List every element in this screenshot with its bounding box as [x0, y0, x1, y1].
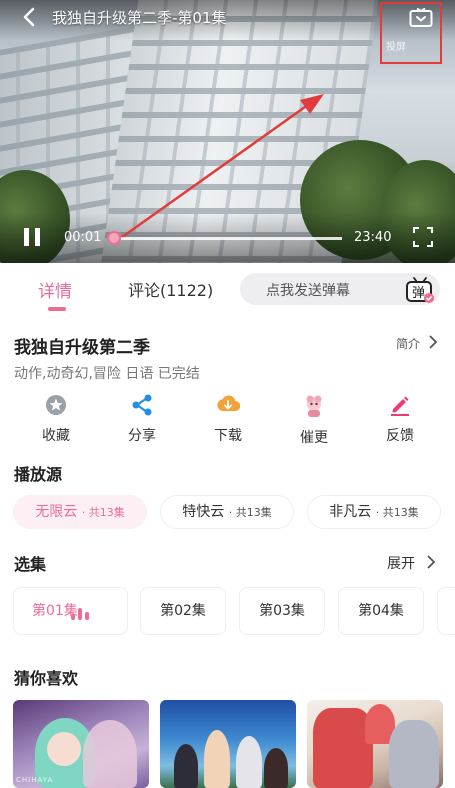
source-name: 无限云: [35, 504, 78, 520]
episode-item-2[interactable]: 第02集: [140, 587, 226, 635]
share-button[interactable]: 分享: [112, 393, 172, 445]
urge-icon: [306, 395, 322, 417]
source-chip-1[interactable]: 无限云 · 共13集: [13, 495, 147, 529]
source-count: · 共13集: [228, 506, 272, 519]
pencil-icon: [391, 396, 409, 416]
detail-panel: 我独自升级第二季 简介 动作,动奇幻,冒险 日语 已完结 收藏 分享 下载 催更…: [0, 315, 455, 788]
fullscreen-icon[interactable]: [413, 227, 433, 247]
source-chip-3[interactable]: 非凡云 · 共13集: [307, 495, 441, 529]
recommend-cover-1[interactable]: CHIHAYA: [13, 700, 149, 788]
anime-title: 我独自升级第二季: [14, 338, 150, 358]
danmaku-placeholder: 点我发送弹幕: [266, 283, 350, 299]
source-name: 特快云: [182, 504, 225, 520]
video-player[interactable]: 我独自升级第二季-第01集 投屏 00:01 23:40: [0, 0, 455, 263]
feedback-button[interactable]: 反馈: [370, 393, 430, 445]
favorite-button[interactable]: 收藏: [26, 393, 86, 445]
pause-icon[interactable]: [24, 228, 42, 248]
episode-label: 第02集: [160, 603, 206, 619]
cover-caption: CHIHAYA: [16, 776, 54, 784]
anime-tags: 动作,动奇幻,冒险 日语 已完结: [14, 366, 200, 382]
action-row: 收藏 分享 下载 催更 反馈: [0, 393, 455, 453]
total-time: 23:40: [354, 230, 392, 245]
source-name: 非凡云: [329, 504, 372, 520]
episode-item-5-partial[interactable]: [437, 587, 455, 635]
share-label: 分享: [128, 428, 156, 444]
tab-details[interactable]: 详情: [38, 277, 72, 302]
tab-bar: 详情 评论(1122) 点我发送弹幕: [0, 263, 455, 315]
episode-item-3[interactable]: 第03集: [239, 587, 325, 635]
annotation-arrow: [117, 94, 324, 242]
expand-link[interactable]: 展开: [387, 553, 415, 573]
star-icon: [46, 395, 66, 415]
recommend-title: 猜你喜欢: [14, 669, 79, 688]
share-icon: [132, 394, 152, 416]
favorite-label: 收藏: [42, 428, 70, 444]
tab-active-indicator: [48, 307, 66, 311]
chevron-right-icon[interactable]: [428, 334, 438, 350]
recommend-cover-3[interactable]: [307, 700, 443, 788]
current-time: 00:01: [64, 230, 102, 245]
progress-bar[interactable]: [107, 231, 342, 245]
source-count: · 共13集: [81, 506, 125, 519]
intro-link[interactable]: 简介: [396, 335, 420, 352]
feedback-label: 反馈: [386, 428, 414, 444]
source-chip-2[interactable]: 特快云 · 共13集: [160, 495, 294, 529]
episodes-title: 选集: [14, 555, 47, 574]
episode-item-1[interactable]: 第01集: [13, 587, 128, 635]
episode-label: 第04集: [358, 603, 404, 619]
episode-label: 第03集: [259, 603, 305, 619]
recommend-cover-2[interactable]: [160, 700, 296, 788]
source-count: · 共13集: [375, 506, 419, 519]
download-icon: [217, 395, 240, 412]
playing-bars-icon: [71, 608, 91, 620]
urge-button[interactable]: 催更: [284, 393, 344, 447]
download-label: 下载: [214, 428, 242, 444]
sources-title: 播放源: [14, 465, 63, 484]
episode-item-4[interactable]: 第04集: [338, 587, 424, 635]
danmaku-toggle-icon[interactable]: 弹: [405, 276, 435, 304]
danmaku-icon-text: 弹: [412, 286, 425, 301]
chevron-right-icon[interactable]: [426, 554, 436, 570]
tab-comments[interactable]: 评论(1122): [128, 277, 213, 301]
download-button[interactable]: 下载: [198, 393, 258, 445]
urge-label: 催更: [300, 430, 328, 446]
